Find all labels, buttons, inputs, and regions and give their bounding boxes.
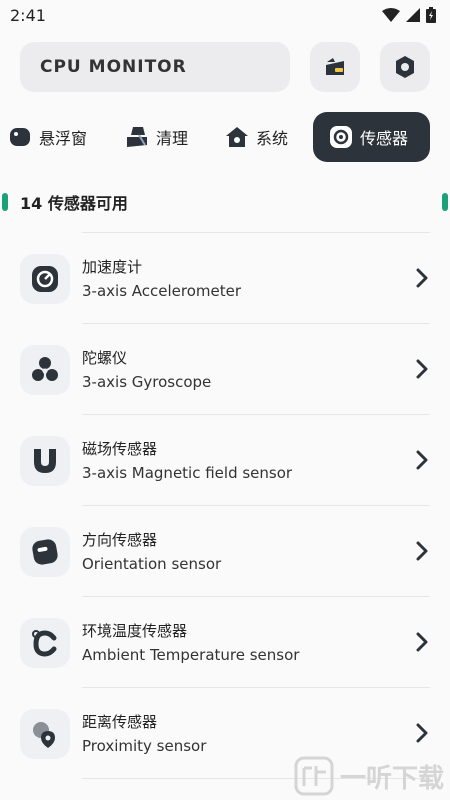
sensor-desc: Orientation sensor xyxy=(82,555,222,573)
sensor-name: 方向传感器 xyxy=(82,531,158,549)
app-title-bar[interactable]: CPU MONITOR xyxy=(20,42,290,92)
sensor-icon-wrap xyxy=(20,436,70,486)
tab-sensors[interactable]: 传感器 xyxy=(313,112,430,162)
chevron-right-icon xyxy=(416,632,428,652)
watermark: 一听下载 xyxy=(294,756,444,796)
scroll-marker-right xyxy=(442,193,448,211)
tab-bar: 悬浮窗 清理 系统 传感器 xyxy=(0,112,450,162)
chevron-right-icon xyxy=(416,541,428,561)
header: CPU MONITOR xyxy=(20,42,430,94)
status-bar: 2:41 xyxy=(0,0,450,30)
scroll-marker-left xyxy=(2,193,8,211)
list-item[interactable]: 方向传感器 Orientation sensor xyxy=(0,505,450,596)
tab-label: 系统 xyxy=(256,129,289,148)
sensor-icon-wrap xyxy=(20,527,70,577)
sensor-icon-wrap xyxy=(20,345,70,395)
tab-label: 传感器 xyxy=(360,129,409,148)
list-item[interactable]: 陀螺仪 3-axis Gyroscope xyxy=(0,323,450,414)
list-item[interactable]: 加速度计 3-axis Accelerometer xyxy=(0,232,450,323)
app-title: CPU MONITOR xyxy=(40,57,187,77)
sensor-name: 磁场传感器 xyxy=(82,440,158,458)
temperature-icon xyxy=(32,630,57,657)
magnet-icon xyxy=(34,449,56,473)
settings-button[interactable] xyxy=(380,42,430,92)
chevron-right-icon xyxy=(416,359,428,379)
section-title: 14 传感器可用 xyxy=(20,194,128,213)
sensor-icon-wrap xyxy=(20,254,70,304)
clean-button[interactable] xyxy=(310,42,360,92)
list-item[interactable]: 磁场传感器 3-axis Magnetic field sensor xyxy=(0,414,450,505)
tab-floating-window[interactable]: 悬浮窗 xyxy=(8,112,87,162)
sensor-icon-wrap xyxy=(20,618,70,668)
chevron-right-icon xyxy=(416,723,428,743)
watermark-text: 一听下载 xyxy=(339,763,444,794)
chevron-right-icon xyxy=(416,450,428,470)
tab-clean[interactable]: 清理 xyxy=(125,112,188,162)
wifi-icon xyxy=(382,8,400,22)
sensor-desc: Proximity sensor xyxy=(82,737,207,755)
sensor-icon-wrap xyxy=(20,709,70,759)
speedometer-icon xyxy=(32,266,58,292)
battery-icon xyxy=(426,7,436,23)
signal-icon xyxy=(406,8,420,22)
sensor-desc: 3-axis Magnetic field sensor xyxy=(82,464,293,482)
sensor-desc: 3-axis Accelerometer xyxy=(82,282,242,300)
settings-icon xyxy=(396,56,414,78)
sensor-desc: 3-axis Gyroscope xyxy=(82,373,212,391)
watermark-logo-icon xyxy=(294,756,334,796)
tab-label: 清理 xyxy=(156,129,189,148)
chevron-right-icon xyxy=(416,268,428,288)
status-time: 2:41 xyxy=(10,5,46,25)
fan-icon xyxy=(32,357,58,381)
orientation-icon xyxy=(32,539,58,565)
broom-icon xyxy=(127,127,147,147)
sensor-name: 距离传感器 xyxy=(82,713,158,731)
sensor-name: 环境温度传感器 xyxy=(82,622,188,640)
sensor-desc: Ambient Temperature sensor xyxy=(82,646,300,664)
proximity-icon xyxy=(33,722,55,748)
sensor-name: 陀螺仪 xyxy=(82,349,128,367)
sensor-icon xyxy=(330,126,352,148)
home-icon xyxy=(226,127,248,147)
status-icons xyxy=(382,7,436,23)
tab-label: 悬浮窗 xyxy=(39,129,88,148)
tab-system[interactable]: 系统 xyxy=(225,112,288,162)
sensor-name: 加速度计 xyxy=(82,258,143,276)
list-item[interactable]: 环境温度传感器 Ambient Temperature sensor xyxy=(0,596,450,687)
floating-window-icon xyxy=(10,128,30,146)
cleaner-icon xyxy=(326,58,344,75)
